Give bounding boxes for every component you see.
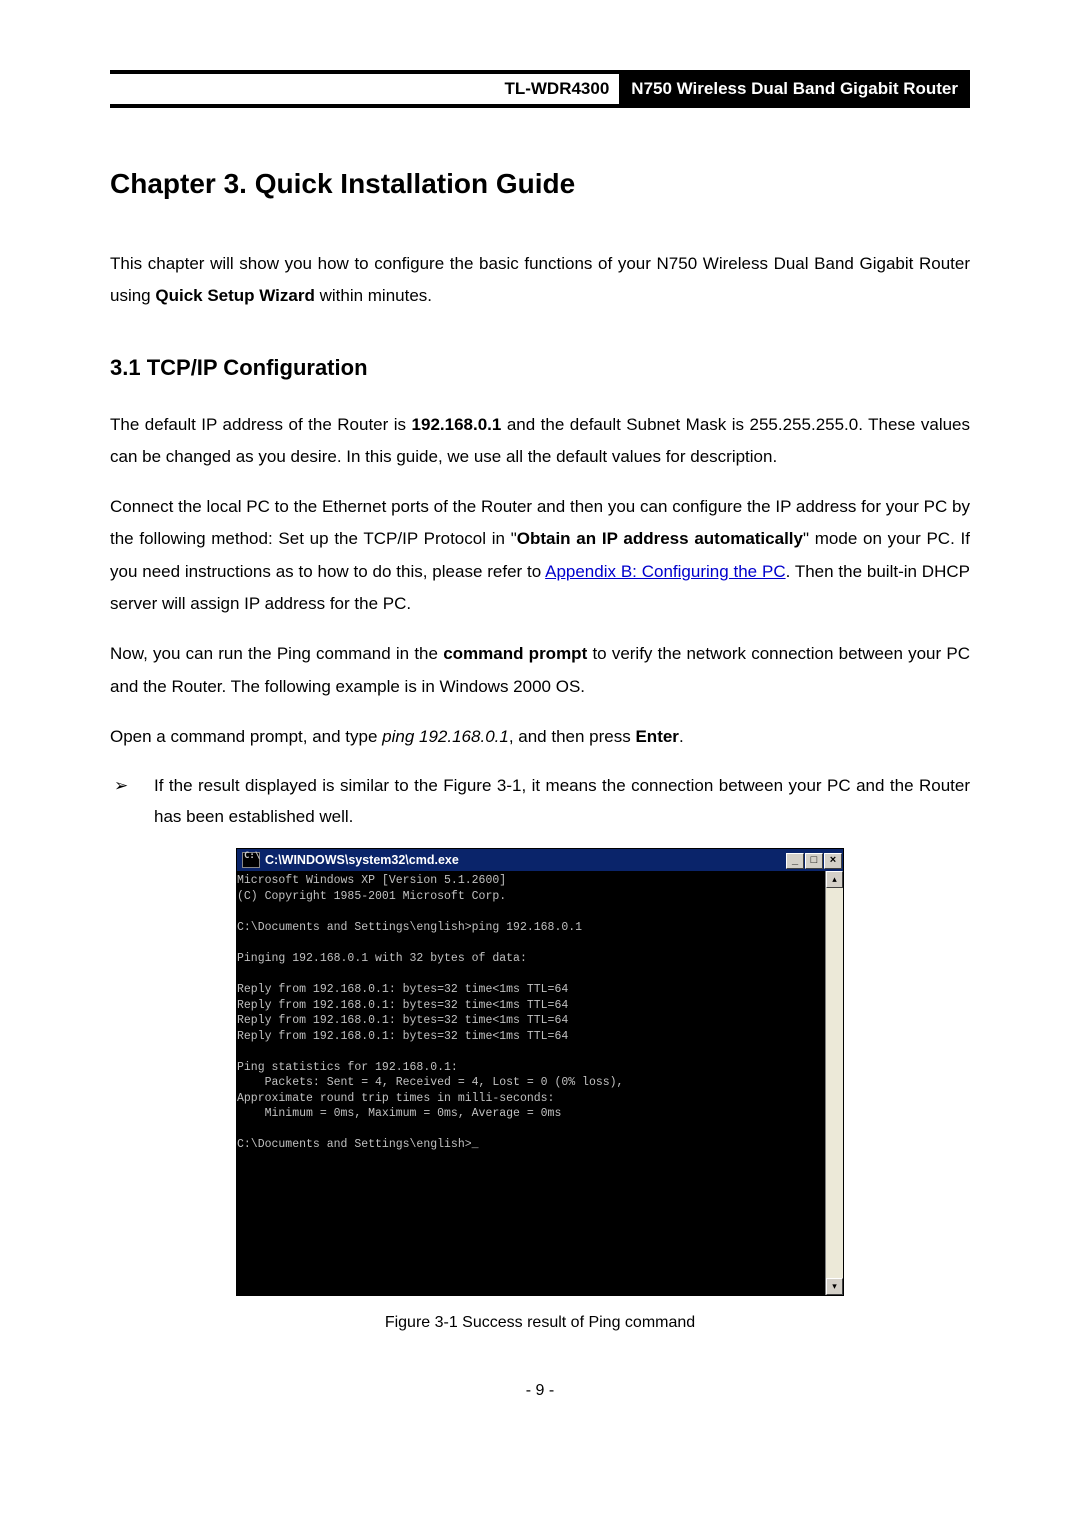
close-button[interactable]: × <box>824 853 842 869</box>
default-ip-value: 192.168.0.1 <box>412 415 502 434</box>
obtain-ip-bold: Obtain an IP address automatically <box>517 529 803 548</box>
p5a: Open a command prompt, and type <box>110 727 382 746</box>
intro-quick-setup: Quick Setup Wizard <box>155 286 314 305</box>
cmd-icon-text: C:\ <box>244 851 260 861</box>
appendix-b-link[interactable]: Appendix B: Configuring the PC <box>545 562 785 581</box>
figure-caption: Figure 3-1 Success result of Ping comman… <box>110 1314 970 1332</box>
cmd-window: C:\ C:\WINDOWS\system32\cmd.exe _ □ × Mi… <box>236 848 844 1296</box>
scroll-track[interactable] <box>826 888 843 1278</box>
intro-paragraph: This chapter will show you how to config… <box>110 248 970 313</box>
p5c: , and then press <box>509 727 636 746</box>
page-header: TL-WDR4300 N750 Wireless Dual Band Gigab… <box>110 70 970 108</box>
cmd-scrollbar[interactable]: ▴ ▾ <box>825 871 843 1295</box>
section-title: 3.1 TCP/IP Configuration <box>110 355 970 381</box>
cmd-output: Microsoft Windows XP [Version 5.1.2600] … <box>237 871 825 1295</box>
scroll-up-icon[interactable]: ▴ <box>826 871 843 888</box>
open-cmd-paragraph: Open a command prompt, and type ping 192… <box>110 721 970 753</box>
scroll-down-icon[interactable]: ▾ <box>826 1278 843 1295</box>
p2a: The default IP address of the Router is <box>110 415 412 434</box>
cmd-titlebar: C:\ C:\WINDOWS\system32\cmd.exe _ □ × <box>237 849 843 871</box>
cmd-icon: C:\ <box>242 852 260 868</box>
page-number: - 9 - <box>110 1382 970 1400</box>
enter-bold: Enter <box>635 727 678 746</box>
chapter-title: Chapter 3. Quick Installation Guide <box>110 168 970 200</box>
header-model: TL-WDR4300 <box>504 74 619 104</box>
default-ip-paragraph: The default IP address of the Router is … <box>110 409 970 474</box>
minimize-button[interactable]: _ <box>786 853 804 869</box>
maximize-button[interactable]: □ <box>805 853 823 869</box>
bullet-text: If the result displayed is similar to th… <box>154 771 970 832</box>
ping-paragraph: Now, you can run the Ping command in the… <box>110 638 970 703</box>
p5e: . <box>679 727 684 746</box>
ping-command-italic: ping 192.168.0.1 <box>382 727 509 746</box>
bullet-marker-icon: ➢ <box>110 771 154 832</box>
header-description: N750 Wireless Dual Band Gigabit Router <box>619 74 970 104</box>
bullet-item: ➢ If the result displayed is similar to … <box>110 771 970 832</box>
intro-text-c: within minutes. <box>315 286 432 305</box>
connect-paragraph: Connect the local PC to the Ethernet por… <box>110 491 970 620</box>
p4a: Now, you can run the Ping command in the <box>110 644 443 663</box>
cmd-title-text: C:\WINDOWS\system32\cmd.exe <box>265 853 786 867</box>
command-prompt-bold: command prompt <box>443 644 587 663</box>
